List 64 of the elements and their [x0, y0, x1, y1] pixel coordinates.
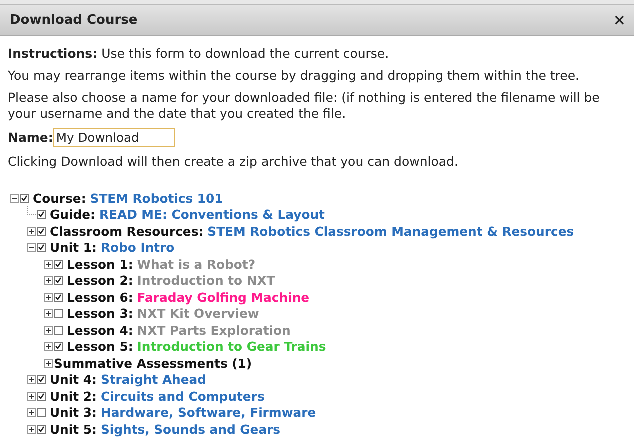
expand-icon[interactable]	[44, 358, 53, 368]
node-title[interactable]: Sights, Sounds and Gears	[100, 422, 281, 437]
checkbox[interactable]	[37, 243, 46, 252]
node-label: Unit 3:	[50, 405, 97, 420]
node-label: Unit 1:	[50, 240, 97, 256]
expand-icon[interactable]	[27, 424, 36, 434]
expand-icon[interactable]	[44, 326, 53, 335]
expand-icon[interactable]	[44, 309, 53, 318]
node-label: Lesson 5:	[67, 339, 134, 354]
node-label: Classroom Resources:	[50, 224, 204, 239]
checkbox[interactable]	[54, 342, 63, 352]
node-title[interactable]: NXT Parts Exploration	[137, 322, 291, 338]
node-label: Unit 4:	[50, 372, 97, 388]
node-label: Lesson 1:	[67, 256, 134, 272]
node-title[interactable]: STEM Robotics 101	[90, 190, 224, 206]
checkbox[interactable]	[54, 326, 63, 335]
expand-icon[interactable]	[27, 375, 36, 384]
expand-icon[interactable]	[44, 342, 53, 352]
checkbox[interactable]	[54, 260, 63, 269]
checkbox[interactable]	[37, 375, 46, 384]
name-label: Name:	[8, 130, 54, 145]
node-label: Guide:	[50, 207, 96, 222]
dialog-title: Download Course	[10, 12, 138, 28]
close-button[interactable]: ×	[611, 11, 628, 29]
expand-icon[interactable]	[44, 292, 53, 302]
collapse-icon[interactable]	[27, 243, 36, 252]
checkbox[interactable]	[37, 226, 46, 236]
node-title[interactable]: READ ME: Conventions & Layout	[99, 207, 325, 222]
node-label: Summative Assessments (1)	[54, 356, 252, 371]
note-text: Clicking Download will then create a zip archive that you can download.	[8, 154, 460, 170]
collapse-icon[interactable]	[10, 194, 19, 203]
checkbox[interactable]	[20, 194, 29, 203]
instruction-text: You may rearrange items within the course by dragging and dropping them within the tree.	[8, 68, 581, 84]
node-title[interactable]: Introduction to NXT	[137, 273, 276, 288]
node-label: Lesson 6:	[67, 290, 134, 305]
checkbox[interactable]	[37, 392, 46, 401]
instruction-text: Please also choose a name for your downloaded file: (if nothing is entered the filename will be your username and the date that you created the file.	[8, 90, 601, 122]
node-title[interactable]: NXT Kit Overview	[137, 306, 260, 322]
node-title[interactable]: Faraday Golfing Machine	[137, 290, 310, 305]
checkbox[interactable]	[54, 276, 63, 286]
checkbox[interactable]	[37, 408, 46, 418]
node-title[interactable]: Robo Intro	[100, 240, 175, 256]
checkbox[interactable]	[37, 210, 46, 220]
node-label: Lesson 4:	[67, 322, 134, 338]
checkbox[interactable]	[54, 292, 63, 302]
node-label: Course:	[33, 190, 86, 206]
expand-icon[interactable]	[27, 408, 36, 418]
expand-icon[interactable]	[27, 226, 36, 236]
name-field[interactable]: My Download	[53, 128, 176, 147]
expand-icon[interactable]	[44, 276, 53, 286]
node-title[interactable]: STEM Robotics Classroom Management & Resources	[208, 224, 574, 239]
node-label: Lesson 3:	[67, 306, 134, 322]
expand-icon[interactable]	[27, 392, 36, 401]
node-title[interactable]: Hardware, Software, Firmware	[100, 405, 316, 420]
checkbox[interactable]	[54, 309, 63, 318]
node-label: Unit 2:	[50, 388, 97, 404]
checkbox[interactable]	[37, 424, 46, 434]
node-title[interactable]: What is a Robot?	[137, 256, 256, 272]
node-title[interactable]: Straight Ahead	[100, 372, 206, 388]
instruction-text: Instructions: Use this form to download the current course.	[8, 46, 390, 62]
node-label: Unit 5:	[50, 422, 97, 437]
expand-icon[interactable]	[44, 260, 53, 269]
node-label: Lesson 2:	[67, 273, 134, 288]
node-title[interactable]: Circuits and Computers	[100, 388, 265, 404]
